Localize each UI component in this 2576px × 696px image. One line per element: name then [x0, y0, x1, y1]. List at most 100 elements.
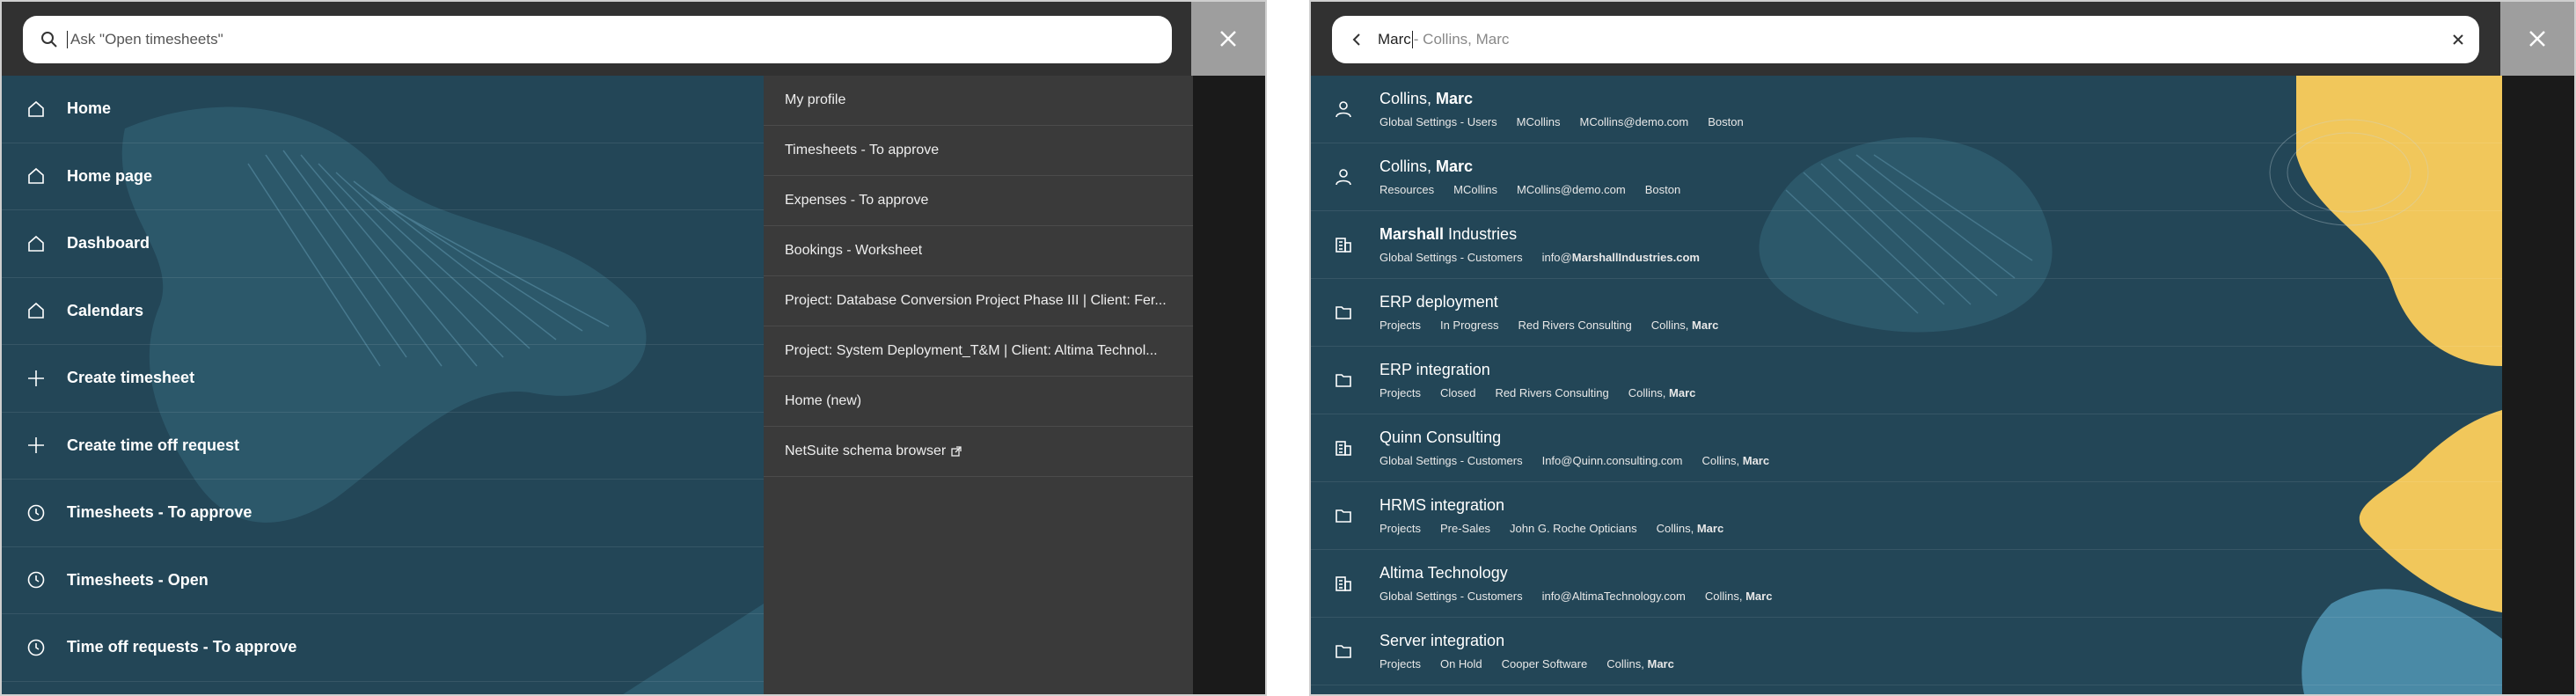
- quick-link[interactable]: NetSuite schema browser: [764, 427, 1193, 477]
- person-icon: [1334, 99, 1353, 119]
- result-meta: Projects On Hold Cooper Software Collins, M…: [1379, 657, 1694, 670]
- menu-item-timesheets-open[interactable]: Timesheets - Open: [2, 547, 764, 614]
- result-meta-field: info@MarshallIndustries.com: [1541, 251, 1700, 264]
- result-meta-field: MCollins@demo.com: [1579, 115, 1689, 128]
- quick-link-label: NetSuite schema browser: [785, 443, 947, 458]
- building-icon: [1334, 235, 1353, 254]
- clock-icon: [26, 638, 46, 657]
- result-title: ERP deployment: [1379, 293, 1498, 311]
- home-icon: [26, 301, 46, 320]
- result-meta: Resources MCollins MCollins@demo.com Boston: [1379, 183, 1700, 196]
- result-meta-field: Projects: [1379, 522, 1421, 535]
- result-title: Altima Technology: [1379, 564, 1508, 582]
- search-result[interactable]: HRMS integration Projects Pre-Sales John G.…: [1311, 482, 2502, 550]
- result-meta-field: Collins, Marc: [1650, 319, 1719, 332]
- result-title: Marshall Industries: [1379, 225, 1518, 243]
- quick-link[interactable]: Home (new): [764, 377, 1193, 427]
- quick-link[interactable]: Project: System Deployment_T&M | Client:…: [764, 326, 1193, 377]
- result-meta-field: Global Settings - Customers: [1379, 251, 1523, 264]
- person-icon: [1334, 167, 1353, 187]
- result-meta-field: Resources: [1379, 183, 1435, 196]
- quick-link[interactable]: Bookings - Worksheet: [764, 226, 1193, 276]
- text-cursor: [67, 31, 68, 48]
- menu-item-home[interactable]: Home: [2, 76, 764, 143]
- menu-item-time-off-requests-to-approve[interactable]: Time off requests - To approve: [2, 614, 764, 682]
- result-meta-field: Boston: [1644, 183, 1681, 196]
- menu-item-label: Time off requests - To approve: [67, 638, 297, 656]
- menu-list: Home Home page Dashboard Calendars Create ti…: [2, 76, 764, 682]
- result-meta-field: MCollins: [1516, 115, 1561, 128]
- plus-icon: [28, 370, 44, 386]
- folder-icon: [1334, 370, 1353, 390]
- result-meta: Global Settings - Customers Info@Quinn.co…: [1379, 454, 1789, 467]
- menu-item-label: Create timesheet: [67, 369, 195, 387]
- back-icon[interactable]: [1350, 32, 1365, 48]
- search-result[interactable]: ERP deployment Projects In Progress Red Riv…: [1311, 279, 2502, 347]
- menu-item-create-time-off-request[interactable]: Create time off request: [2, 413, 764, 480]
- result-meta-field: Red Rivers Consulting: [1495, 386, 1609, 399]
- search-result[interactable]: Marshall Industries Global Settings - Cus…: [1311, 211, 2502, 279]
- quick-link-label: Home (new): [785, 393, 862, 408]
- result-title: Collins, Marc: [1379, 158, 1474, 175]
- search-typed-text: Marc: [1378, 31, 1411, 48]
- folder-icon: [1336, 509, 1351, 523]
- clock-icon: [26, 570, 46, 590]
- result-meta-field: Boston: [1708, 115, 1744, 128]
- result-meta-field: Collins, Marc: [1606, 657, 1674, 670]
- result-meta-field: Global Settings - Customers: [1379, 454, 1523, 467]
- menu-item-calendars[interactable]: Calendars: [2, 278, 764, 345]
- search-input[interactable]: Marc - Collins, Marc: [1332, 16, 2479, 63]
- quick-link[interactable]: My profile: [764, 76, 1193, 126]
- person-icon: [1336, 169, 1351, 186]
- menu-item-create-timesheet[interactable]: Create timesheet: [2, 345, 764, 413]
- result-meta-field: Projects: [1379, 319, 1421, 332]
- result-meta: Global Settings - Users MCollins MCollins@…: [1379, 115, 1763, 128]
- home-icon: [26, 166, 46, 186]
- menu-item-label: Calendars: [67, 301, 144, 319]
- quick-link[interactable]: Timesheets - To approve: [764, 126, 1193, 176]
- menu-item-timesheets-to-approve[interactable]: Timesheets - To approve: [2, 480, 764, 547]
- home-icon: [28, 235, 44, 252]
- quick-link-label: Bookings - Worksheet: [785, 243, 923, 258]
- result-meta-field: Collins, Marc: [1656, 522, 1724, 535]
- search-icon: [41, 32, 57, 48]
- result-meta-field: Cooper Software: [1501, 657, 1588, 670]
- menu-item-dashboard[interactable]: Dashboard: [2, 210, 764, 278]
- menu-item-home-page[interactable]: Home page: [2, 143, 764, 210]
- clock-icon: [27, 571, 45, 589]
- result-meta: Projects Pre-Sales John G. Roche Opticians…: [1379, 522, 1743, 535]
- result-meta-field: Global Settings - Customers: [1379, 590, 1523, 603]
- close-button[interactable]: [2500, 2, 2574, 76]
- clear-icon[interactable]: [2451, 33, 2465, 47]
- search-result[interactable]: Server integration Projects On Hold Cooper …: [1311, 618, 2502, 685]
- plus-icon: [26, 436, 46, 455]
- home-icon: [28, 303, 44, 319]
- search-result[interactable]: Collins, Marc Global Settings - Users MCol…: [1311, 76, 2502, 143]
- folder-icon: [1336, 306, 1351, 319]
- search-result[interactable]: Altima Technology Global Settings - Custo…: [1311, 550, 2502, 618]
- result-meta-field: Projects: [1379, 657, 1421, 670]
- panel-edge: [1193, 76, 1265, 694]
- result-meta: Projects Closed Red Rivers Consulting Colli…: [1379, 386, 1715, 399]
- home-icon: [26, 99, 46, 119]
- search-result[interactable]: Quinn Consulting Global Settings - Custom…: [1311, 414, 2502, 482]
- folder-icon: [1336, 645, 1351, 658]
- search-result[interactable]: Collins, Marc Resources MCollins MCollins@d…: [1311, 143, 2502, 211]
- quick-link[interactable]: Project: Database Conversion Project Pha…: [764, 276, 1193, 326]
- home-icon: [26, 234, 46, 253]
- search-result[interactable]: ERP integration Projects Closed Red Rivers …: [1311, 347, 2502, 414]
- building-icon: [1336, 238, 1351, 253]
- external-link-icon: [951, 446, 962, 457]
- result-meta-field: Info@Quinn.consulting.com: [1541, 454, 1683, 467]
- search-input[interactable]: Ask "Open timesheets": [23, 16, 1172, 63]
- result-meta-field: Collins, Marc: [1701, 454, 1770, 467]
- result-meta-field: Projects: [1379, 386, 1421, 399]
- close-button[interactable]: [1191, 2, 1265, 76]
- search-results-panel: Marc - Collins, Marc Collins, Marc Global…: [1309, 0, 2576, 696]
- quick-link[interactable]: Expenses - To approve: [764, 176, 1193, 226]
- person-icon: [1336, 101, 1351, 118]
- result-title: ERP integration: [1379, 361, 1490, 378]
- result-title: Quinn Consulting: [1379, 429, 1502, 446]
- menu-item-label: Timesheets - Open: [67, 570, 209, 589]
- result-meta: Global Settings - Customers info@Marshall…: [1379, 251, 1719, 264]
